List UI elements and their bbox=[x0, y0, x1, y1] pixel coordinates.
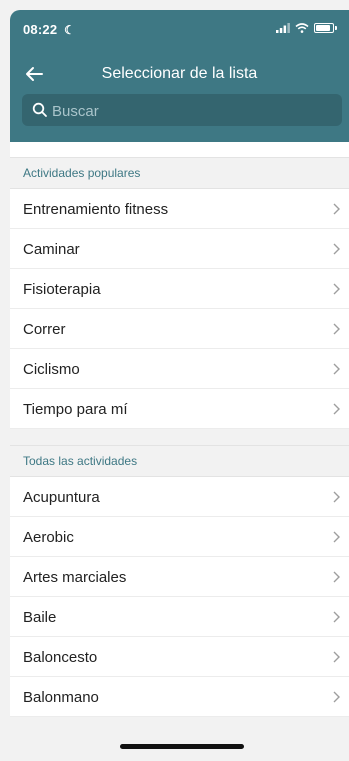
status-time: 08:22 ☾ bbox=[23, 22, 75, 37]
do-not-disturb-icon: ☾ bbox=[64, 23, 76, 37]
search-icon bbox=[32, 102, 47, 117]
list-item[interactable]: Aerobic bbox=[10, 517, 349, 557]
chevron-right-icon bbox=[333, 491, 340, 503]
wifi-icon bbox=[295, 23, 309, 33]
list-item[interactable]: Baile bbox=[10, 597, 349, 637]
search-input[interactable] bbox=[50, 94, 334, 128]
list-item[interactable]: Caminar bbox=[10, 229, 349, 269]
list-item-label: Balonmano bbox=[23, 689, 99, 706]
list-bottom-spacer bbox=[10, 717, 349, 757]
chevron-right-icon bbox=[333, 403, 340, 415]
list-item-label: Baile bbox=[23, 609, 57, 626]
section-spacer bbox=[10, 429, 349, 445]
status-bar: 08:22 ☾ bbox=[10, 10, 349, 48]
battery-tip bbox=[335, 26, 337, 30]
signal-icon bbox=[276, 23, 290, 33]
nav-bar: Seleccionar de la lista bbox=[10, 58, 349, 90]
list-item-label: Fisioterapia bbox=[23, 281, 101, 298]
home-indicator[interactable] bbox=[120, 744, 244, 749]
list-item-label: Baloncesto bbox=[23, 649, 98, 666]
section-header-all: Todas las actividades bbox=[10, 445, 349, 477]
chevron-right-icon bbox=[333, 571, 340, 583]
page-title: Seleccionar de la lista bbox=[101, 65, 258, 82]
list-item[interactable]: Artes marciales bbox=[10, 557, 349, 597]
list-item[interactable]: Baloncesto bbox=[10, 637, 349, 677]
chevron-right-icon bbox=[333, 531, 340, 543]
list-item-label: Aerobic bbox=[23, 529, 74, 546]
time-text: 08:22 bbox=[23, 22, 58, 37]
list-item[interactable]: Acupuntura bbox=[10, 477, 349, 517]
list-item-label: Caminar bbox=[23, 241, 80, 258]
chevron-right-icon bbox=[333, 323, 340, 335]
search-bar[interactable] bbox=[22, 94, 342, 128]
list-item[interactable]: Correr bbox=[10, 309, 349, 349]
list-item-label: Entrenamiento fitness bbox=[23, 201, 169, 218]
activity-list: Actividades populares Entrenamiento fitn… bbox=[10, 142, 349, 757]
battery-icon bbox=[314, 23, 334, 33]
app-header: 08:22 ☾ Seleccionar de la lista bbox=[10, 10, 349, 142]
chevron-right-icon bbox=[333, 651, 340, 663]
list-item-label: Ciclismo bbox=[23, 361, 80, 378]
list-item-label: Tiempo para mí bbox=[23, 401, 128, 418]
chevron-right-icon bbox=[333, 203, 340, 215]
list-item[interactable]: Fisioterapia bbox=[10, 269, 349, 309]
list-item[interactable]: Balonmano bbox=[10, 677, 349, 717]
list-item[interactable]: Entrenamiento fitness bbox=[10, 189, 349, 229]
list-item-label: Correr bbox=[23, 321, 66, 338]
chevron-right-icon bbox=[333, 283, 340, 295]
chevron-right-icon bbox=[333, 363, 340, 375]
list-item[interactable]: Ciclismo bbox=[10, 349, 349, 389]
chevron-right-icon bbox=[333, 611, 340, 623]
chevron-right-icon bbox=[333, 243, 340, 255]
status-icons bbox=[276, 23, 337, 33]
list-item-label: Acupuntura bbox=[23, 489, 100, 506]
section-header-popular: Actividades populares bbox=[10, 157, 349, 189]
list-item-label: Artes marciales bbox=[23, 569, 127, 586]
list-item[interactable]: Tiempo para mí bbox=[10, 389, 349, 429]
chevron-right-icon bbox=[333, 691, 340, 703]
